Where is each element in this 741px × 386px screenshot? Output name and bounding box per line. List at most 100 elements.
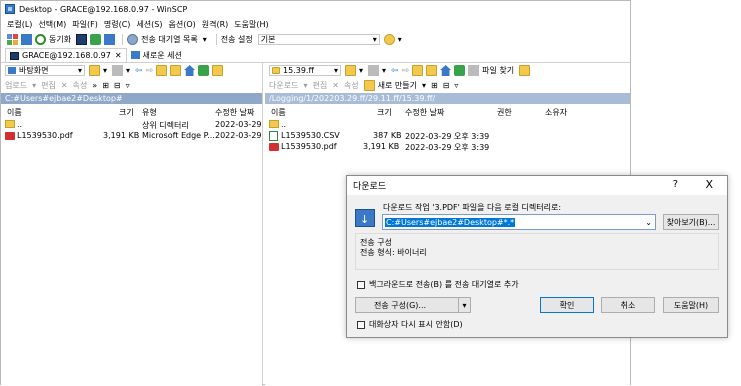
- forward-arrow-icon[interactable]: ⇨: [402, 66, 410, 76]
- menu-file[interactable]: 파일(F): [72, 19, 98, 30]
- chevron-down-icon[interactable]: ▾: [103, 66, 107, 75]
- find-files-icon[interactable]: [468, 65, 480, 76]
- chevron-down-icon[interactable]: ▾: [398, 35, 402, 44]
- col-type[interactable]: 유형: [142, 107, 157, 118]
- layout-icon[interactable]: [7, 34, 18, 45]
- table-row[interactable]: L1539530.pdf 3,191 KB 2022-03-29 오후 3:39: [265, 142, 630, 153]
- col-name[interactable]: 이름: [7, 107, 22, 118]
- root-dir-icon[interactable]: [426, 65, 438, 76]
- background-transfer-checkbox[interactable]: [357, 281, 365, 289]
- props-button[interactable]: 속성: [344, 80, 359, 91]
- help-button[interactable]: 도움말(H): [663, 297, 719, 313]
- refresh-icon[interactable]: [198, 65, 210, 76]
- bookmark-icon[interactable]: [519, 65, 531, 76]
- chevron-down-icon[interactable]: ▾: [303, 81, 307, 90]
- chevron-down-icon[interactable]: ▾: [126, 66, 130, 75]
- filter-toggle-icon[interactable]: ▿: [454, 81, 458, 90]
- file-size: 3,191 KB: [103, 131, 140, 140]
- remove-icon[interactable]: ⊟: [114, 81, 121, 90]
- local-path-bar[interactable]: C:#Users#ejbae2#Desktop#: [1, 93, 262, 104]
- filter-icon[interactable]: [112, 65, 124, 76]
- preferences-icon[interactable]: [383, 34, 395, 45]
- close-icon[interactable]: ✕: [115, 51, 122, 60]
- root-dir-icon[interactable]: [170, 65, 182, 76]
- find-files-button[interactable]: 파일 찾기: [482, 65, 514, 76]
- queue-dropdown-icon[interactable]: ▾: [203, 35, 207, 44]
- edit-button[interactable]: 편집: [312, 80, 327, 91]
- chevron-down-icon[interactable]: ▾: [422, 81, 426, 90]
- terminal-icon[interactable]: [76, 34, 88, 45]
- remote-location-select[interactable]: 15.39.ff ▾: [269, 65, 341, 76]
- filter-icon[interactable]: [368, 65, 380, 76]
- chevron-down-icon[interactable]: ▾: [359, 66, 363, 75]
- menu-command[interactable]: 명령(C): [104, 19, 131, 30]
- table-row[interactable]: .. 상위 디렉터리 2022-03-29: [1, 120, 262, 131]
- transfer-settings-button[interactable]: 전송 구성(G)... ▾: [355, 297, 471, 313]
- chevron-down-icon[interactable]: ▾: [32, 81, 36, 90]
- queue-panel-icon[interactable]: [104, 34, 116, 45]
- download-button[interactable]: 다운로드: [269, 80, 298, 91]
- remote-path-bar[interactable]: /Logging/1/202203.29.ff/29.11.ff/15.39.f…: [265, 93, 630, 104]
- menu-local[interactable]: 로컬(L): [7, 19, 32, 30]
- refresh-icon[interactable]: [454, 65, 466, 76]
- ok-button[interactable]: 확인: [540, 297, 594, 313]
- sync-label[interactable]: 동기화: [49, 34, 71, 45]
- filter-toggle-icon[interactable]: ▿: [126, 81, 130, 90]
- compare-icon[interactable]: [21, 34, 32, 45]
- edit-button[interactable]: 편집: [41, 80, 56, 91]
- forward-arrow-icon[interactable]: ⇨: [146, 66, 154, 76]
- queue-list-label[interactable]: 전송 대기열 목록: [141, 34, 198, 45]
- remove-icon[interactable]: ⊟: [443, 81, 450, 90]
- menu-select[interactable]: 선택(M): [38, 19, 66, 30]
- col-rights[interactable]: 권한: [497, 107, 512, 118]
- help-icon[interactable]: ?: [673, 179, 678, 190]
- tab-new-session[interactable]: 새로운 세션: [127, 48, 186, 62]
- menu-session[interactable]: 세션(S): [136, 19, 162, 30]
- open-folder-icon[interactable]: [345, 65, 356, 76]
- add-icon[interactable]: ⊞: [102, 81, 109, 90]
- upload-button[interactable]: 업로드: [5, 80, 27, 91]
- add-icon[interactable]: ⊞: [431, 81, 438, 90]
- local-location-value: 바탕화면: [19, 66, 49, 75]
- col-modified[interactable]: 수정한 날짜: [405, 107, 444, 118]
- cancel-button[interactable]: 취소: [601, 297, 655, 313]
- chevron-down-icon[interactable]: ⌄: [645, 218, 652, 227]
- table-row[interactable]: L1539530.CSV 387 KB 2022-03-29 오후 3:39: [265, 131, 630, 142]
- menu-remote[interactable]: 원격(R): [202, 19, 229, 30]
- find-icon[interactable]: [212, 65, 224, 76]
- col-modified[interactable]: 수정한 날짜: [215, 107, 254, 118]
- menu-help[interactable]: 도움말(H): [234, 19, 268, 30]
- target-directory-input[interactable]: C:#Users#ejbae2#Desktop#*.* ⌄: [382, 214, 656, 230]
- home-icon[interactable]: [440, 65, 452, 76]
- do-not-show-checkbox[interactable]: [357, 321, 365, 329]
- close-icon[interactable]: X: [705, 178, 713, 191]
- table-row[interactable]: ..: [265, 120, 630, 131]
- chevron-down-icon[interactable]: ▾: [458, 298, 470, 312]
- sync-icon[interactable]: [35, 34, 46, 45]
- transfer-settings-select[interactable]: 기본 ▾: [257, 34, 380, 45]
- parent-dir-icon[interactable]: [412, 65, 424, 76]
- tab-session[interactable]: GRACE@192.168.0.97 ✕: [5, 48, 127, 62]
- col-size[interactable]: 크기: [119, 107, 134, 118]
- col-size[interactable]: 크기: [377, 107, 392, 118]
- menu-options[interactable]: 옵션(O): [168, 19, 195, 30]
- col-owner[interactable]: 소유자: [545, 107, 567, 118]
- back-arrow-icon[interactable]: ⇦: [135, 66, 143, 76]
- browse-button[interactable]: 찾아보기(B)...: [663, 214, 719, 230]
- parent-dir-icon[interactable]: [156, 65, 168, 76]
- table-row[interactable]: L1539530.pdf 3,191 KB Microsoft Edge P..…: [1, 131, 262, 142]
- new-folder-icon[interactable]: [363, 80, 375, 91]
- queue-icon[interactable]: [127, 34, 139, 45]
- keep-up-icon[interactable]: [90, 34, 102, 45]
- chevron-down-icon[interactable]: ▾: [382, 66, 386, 75]
- back-arrow-icon[interactable]: ⇦: [391, 66, 399, 76]
- open-folder-icon[interactable]: [89, 65, 100, 76]
- more-icon[interactable]: »: [92, 81, 97, 90]
- delete-icon[interactable]: ✕: [61, 81, 68, 90]
- col-name[interactable]: 이름: [271, 107, 286, 118]
- home-icon[interactable]: [184, 65, 196, 76]
- new-button[interactable]: 새로 만들기: [378, 80, 417, 91]
- local-location-select[interactable]: 바탕화면 ▾: [5, 65, 85, 76]
- props-button[interactable]: 속성: [73, 80, 88, 91]
- delete-icon[interactable]: ✕: [332, 81, 339, 90]
